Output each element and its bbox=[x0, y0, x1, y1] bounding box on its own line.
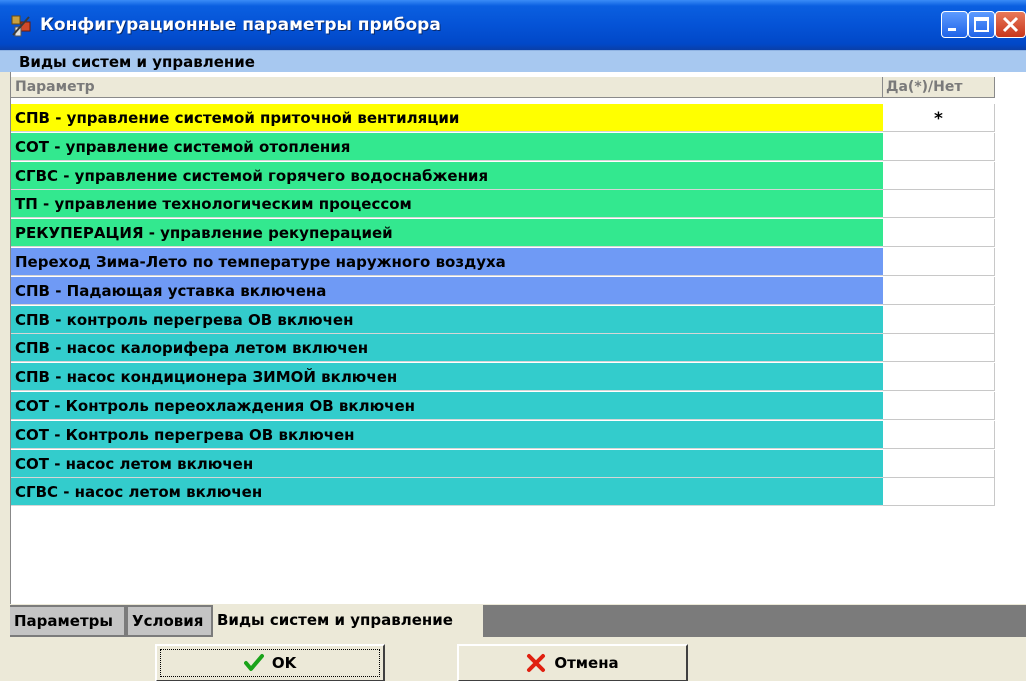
table-row[interactable]: СГВС - управление системой горячего водо… bbox=[11, 161, 995, 191]
button-row: OK Отмена bbox=[10, 637, 1026, 681]
cross-icon bbox=[526, 653, 546, 673]
value-cell[interactable] bbox=[883, 190, 995, 219]
parameter-cell[interactable]: СОТ - Контроль переохлаждения ОВ включен bbox=[11, 392, 883, 420]
app-config-icon bbox=[9, 13, 35, 39]
cancel-button[interactable]: Отмена bbox=[457, 644, 688, 681]
parameter-cell[interactable]: ТП - управление технологическим процессо… bbox=[11, 190, 883, 219]
value-cell[interactable]: * bbox=[883, 104, 995, 132]
value-cell[interactable] bbox=[883, 363, 995, 392]
value-cell[interactable] bbox=[883, 161, 995, 190]
value-cell[interactable] bbox=[883, 392, 995, 420]
parameter-cell[interactable]: СПВ - насос кондиционера ЗИМОЙ включен bbox=[11, 363, 883, 392]
ok-button-label: OK bbox=[271, 654, 297, 672]
table-row[interactable]: СОТ - Контроль переохлаждения ОВ включен bbox=[11, 392, 995, 421]
minimize-button[interactable] bbox=[941, 11, 968, 38]
parameter-cell[interactable]: СГВС - управление системой горячего водо… bbox=[11, 161, 883, 190]
table-row[interactable]: СПВ - насос калорифера летом включен bbox=[11, 334, 995, 363]
config-window: Конфигурационные параметры прибора Виды … bbox=[0, 0, 1026, 681]
value-cell[interactable] bbox=[883, 420, 995, 449]
parameter-cell[interactable]: СПВ - насос калорифера летом включен bbox=[11, 334, 883, 363]
value-cell[interactable] bbox=[883, 276, 995, 305]
table-row[interactable]: РЕКУПЕРАЦИЯ - управление рекуперацией bbox=[11, 219, 995, 248]
column-header-param[interactable]: Параметр bbox=[11, 77, 883, 98]
close-button[interactable] bbox=[995, 11, 1026, 38]
parameter-cell[interactable]: Переход Зима-Лето по температуре наружно… bbox=[11, 248, 883, 276]
parameter-cell[interactable]: СОТ - Контроль перегрева ОВ включен bbox=[11, 420, 883, 449]
parameters-grid: Параметр Да(*)/Нет СПВ - управление сист… bbox=[10, 72, 1026, 604]
parameter-cell[interactable]: СОТ - управление системой отопления bbox=[11, 132, 883, 161]
section-title: Виды систем и управление bbox=[19, 53, 255, 71]
title-bar[interactable]: Конфигурационные параметры прибора bbox=[0, 0, 1026, 50]
value-cell[interactable] bbox=[883, 219, 995, 248]
value-cell[interactable] bbox=[883, 248, 995, 276]
value-cell[interactable] bbox=[883, 334, 995, 363]
table-row[interactable]: СПВ - насос кондиционера ЗИМОЙ включен bbox=[11, 363, 995, 392]
section-header: Виды систем и управление bbox=[0, 50, 1026, 72]
ok-button-content: OK bbox=[157, 646, 383, 680]
table-row[interactable]: СОТ - насос летом включен bbox=[11, 449, 995, 479]
parameter-cell[interactable]: СПВ - Падающая уставка включена bbox=[11, 276, 883, 305]
check-icon bbox=[243, 653, 264, 673]
parameter-cell[interactable]: СПВ - контроль перегрева ОВ включен bbox=[11, 305, 883, 334]
table-row[interactable]: СГВС - насос летом включен bbox=[11, 478, 995, 507]
table-row[interactable]: СПВ - Падающая уставка включена bbox=[11, 276, 995, 306]
value-cell[interactable] bbox=[883, 449, 995, 478]
parameter-cell[interactable]: СОТ - насос летом включен bbox=[11, 449, 883, 478]
cancel-button-content: Отмена bbox=[459, 646, 686, 680]
tab-parameters[interactable]: Параметры bbox=[10, 607, 124, 635]
table-row[interactable]: СПВ - управление системой приточной вент… bbox=[11, 104, 995, 133]
ok-button[interactable]: OK bbox=[155, 644, 385, 681]
parameter-cell[interactable]: СГВС - насос летом включен bbox=[11, 478, 883, 507]
value-cell[interactable] bbox=[883, 305, 995, 334]
table-row[interactable]: ТП - управление технологическим процессо… bbox=[11, 190, 995, 219]
column-header-value[interactable]: Да(*)/Нет bbox=[883, 77, 995, 98]
grid-header: Параметр Да(*)/Нет bbox=[11, 77, 995, 98]
parameter-cell[interactable]: РЕКУПЕРАЦИЯ - управление рекуперацией bbox=[11, 219, 883, 248]
window-title: Конфигурационные параметры прибора bbox=[40, 15, 441, 35]
cancel-button-label: Отмена bbox=[554, 654, 619, 672]
tab-system-types[interactable]: Виды систем и управление bbox=[213, 605, 483, 637]
table-row[interactable]: СПВ - контроль перегрева ОВ включен bbox=[11, 305, 995, 335]
maximize-button[interactable] bbox=[968, 11, 995, 38]
table-row[interactable]: СОТ - Контроль перегрева ОВ включен bbox=[11, 420, 995, 450]
value-cell[interactable] bbox=[883, 478, 995, 507]
table-row[interactable]: Переход Зима-Лето по температуре наружно… bbox=[11, 248, 995, 277]
tab-conditions[interactable]: Условия bbox=[128, 607, 211, 635]
parameter-cell[interactable]: СПВ - управление системой приточной вент… bbox=[11, 104, 883, 132]
tabs-bar: Параметры Условия Виды систем и управлен… bbox=[10, 605, 1026, 637]
table-row[interactable]: СОТ - управление системой отопления bbox=[11, 132, 995, 162]
value-cell[interactable] bbox=[883, 132, 995, 161]
